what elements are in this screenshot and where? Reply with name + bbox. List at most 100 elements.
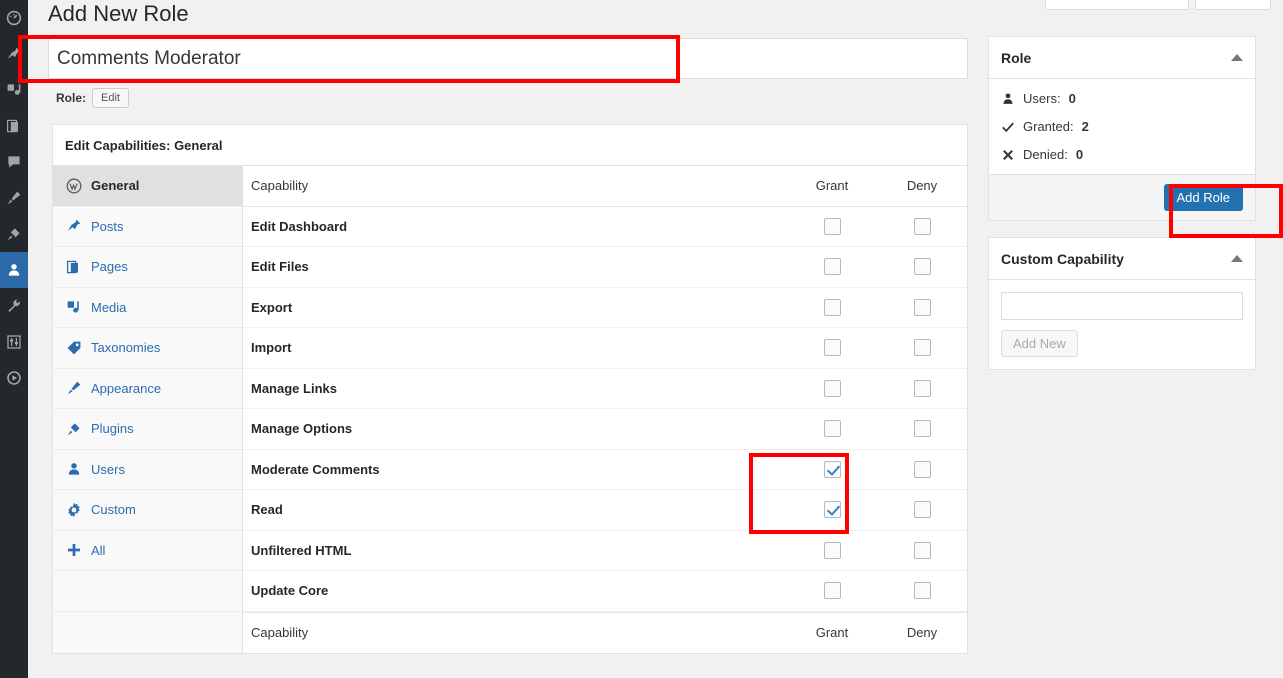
grant-checkbox[interactable] [824,339,841,356]
role-meta-row: Role: Edit [56,88,129,108]
grant-checkbox[interactable] [824,582,841,599]
capability-row: Edit Files [243,247,967,288]
capability-row: Moderate Comments [243,450,967,491]
deny-cell [877,339,967,356]
role-stat-denied-value: 0 [1076,147,1083,162]
grant-checkbox[interactable] [824,218,841,235]
deny-cell [877,380,967,397]
deny-checkbox[interactable] [914,299,931,316]
grant-cell [787,582,877,599]
grant-checkbox[interactable] [824,420,841,437]
add-role-button[interactable]: Add Role [1164,184,1243,211]
gear-icon [65,502,83,518]
custom-capability-card-header: Custom Capability [989,238,1255,280]
capability-rows: Edit DashboardEdit Files Export Import Mana… [243,207,967,612]
deny-checkbox[interactable] [914,501,931,518]
deny-checkbox[interactable] [914,380,931,397]
capability-tab-plugins[interactable]: Plugins [53,409,242,450]
capabilities-panel-heading: Edit Capabilities: General [53,125,967,166]
deny-checkbox[interactable] [914,542,931,559]
capability-tab-label: Pages [91,259,128,274]
capability-table: Capability Grant Deny Edit DashboardEdit… [243,166,967,653]
capability-tab-posts[interactable]: Posts [53,207,242,248]
capability-name: Manage Options [243,421,787,436]
role-stat-users: Users: 0 [1001,91,1243,106]
capability-tab-appearance[interactable]: Appearance [53,369,242,410]
role-name-input[interactable] [48,38,968,79]
col-deny: Deny [877,178,967,193]
rail-item-media[interactable] [0,72,28,108]
capability-tab-media[interactable]: Media [53,288,242,329]
deny-checkbox[interactable] [914,258,931,275]
deny-cell [877,501,967,518]
capability-tab-general[interactable]: General [53,166,242,207]
capability-tab-label: General [91,178,139,193]
capability-name: Import [243,340,787,355]
sliders-icon [6,334,22,350]
plug-icon [65,421,83,437]
rail-item-pages[interactable] [0,108,28,144]
rail-item-comments[interactable] [0,144,28,180]
rail-item-posts[interactable] [0,36,28,72]
capability-name: Unfiltered HTML [243,543,787,558]
deny-checkbox[interactable] [914,420,931,437]
grant-cell [787,542,877,559]
deny-checkbox[interactable] [914,582,931,599]
custom-capability-input[interactable] [1001,292,1243,320]
role-stat-users-value: 0 [1069,91,1076,106]
capability-tab-label: Plugins [91,421,134,436]
top-cut-box-left [1045,0,1189,10]
capability-tab-all[interactable]: All [53,531,242,572]
grant-checkbox[interactable] [824,299,841,316]
capability-tab-taxonomies[interactable]: Taxonomies [53,328,242,369]
role-card-header: Role [989,37,1255,79]
grant-checkbox[interactable] [824,542,841,559]
user-icon [1001,92,1015,106]
deny-cell [877,420,967,437]
role-card: Role Users: 0 [988,36,1256,221]
deny-cell [877,542,967,559]
role-card-title: Role [1001,50,1031,66]
custom-capability-card-title: Custom Capability [1001,251,1124,267]
grant-checkbox[interactable] [824,258,841,275]
capability-name: Read [243,502,787,517]
deny-checkbox[interactable] [914,218,931,235]
capability-name: Export [243,300,787,315]
capability-name: Manage Links [243,381,787,396]
capability-group-tabs: General Posts [53,166,243,653]
capability-table-header: Capability Grant Deny [243,166,967,207]
rail-item-tools[interactable] [0,288,28,324]
chevron-up-icon[interactable] [1231,255,1243,262]
page-title: Add New Role [48,0,189,28]
grant-checkbox[interactable] [824,380,841,397]
capability-tab-custom[interactable]: Custom [53,490,242,531]
plus-icon [65,542,83,558]
capability-name: Update Core [243,583,787,598]
role-name-field-wrap [48,38,968,79]
grant-cell [787,420,877,437]
rail-item-appearance[interactable] [0,180,28,216]
add-new-capability-button[interactable]: Add New [1001,330,1078,357]
rail-item-users[interactable] [0,252,28,288]
chevron-up-icon[interactable] [1231,54,1243,61]
edit-role-button[interactable]: Edit [92,88,129,108]
rail-item-dashboard[interactable] [0,0,28,36]
top-cut-box-right [1195,0,1271,10]
grant-checkbox[interactable] [824,501,841,518]
deny-checkbox[interactable] [914,339,931,356]
grant-checkbox[interactable] [824,461,841,478]
capability-tab-users[interactable]: Users [53,450,242,491]
deny-checkbox[interactable] [914,461,931,478]
role-stat-granted-label: Granted: [1023,119,1074,134]
rail-item-settings[interactable] [0,324,28,360]
rail-item-plugins[interactable] [0,216,28,252]
rail-item-collapse[interactable] [0,360,28,396]
capability-tab-pages[interactable]: Pages [53,247,242,288]
role-card-footer: Add Role [989,174,1255,220]
check-icon [1001,120,1015,134]
col-capability-footer: Capability [243,625,787,640]
admin-sidebar-rail [0,0,28,678]
capability-tab-label: Custom [91,502,136,517]
role-stat-denied: Denied: 0 [1001,147,1243,162]
capability-row: Edit Dashboard [243,207,967,248]
